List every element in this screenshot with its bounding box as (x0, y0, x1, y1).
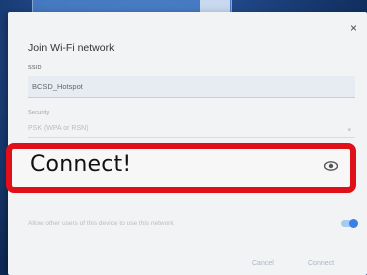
close-icon[interactable]: × (350, 22, 357, 34)
ssid-label: SSID (28, 65, 42, 71)
allow-other-users-row: Allow other users of this device to use … (28, 218, 358, 232)
security-label: Security (28, 110, 50, 116)
ssid-field[interactable]: BCSD_Hotspot (28, 76, 355, 98)
toggle-knob (349, 219, 358, 228)
security-value: PSK (WPA or RSN) (28, 125, 89, 132)
connect-button[interactable]: Connect (308, 260, 334, 267)
security-select[interactable]: PSK (WPA or RSN) ▾ (28, 122, 355, 138)
password-value: Connect! (30, 152, 132, 177)
ssid-value: BCSD_Hotspot (32, 82, 83, 91)
password-field[interactable]: Connect! (6, 143, 356, 193)
allow-other-users-toggle[interactable] (341, 219, 358, 228)
allow-other-users-label: Allow other users of this device to use … (28, 220, 174, 227)
chevron-down-icon: ▾ (347, 127, 351, 134)
dialog-title: Join Wi-Fi network (28, 42, 115, 54)
cancel-button[interactable]: Cancel (252, 260, 274, 267)
dialog-actions: Cancel Connect (8, 260, 367, 272)
eye-icon[interactable] (324, 161, 338, 171)
